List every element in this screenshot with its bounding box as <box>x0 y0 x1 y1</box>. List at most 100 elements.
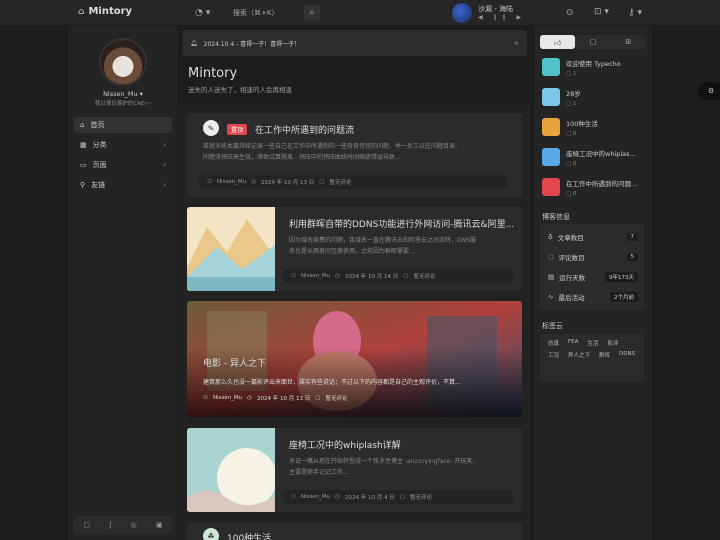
stat-icon: ◌ <box>548 253 554 261</box>
recent-count: ▢ 0 <box>566 161 577 167</box>
post-card[interactable]: 座椅工况中的whiplash详解 多说一嘴从现在开始转型成一个技术性博主 :ar… <box>187 428 522 512</box>
recent-thumb <box>542 118 560 136</box>
music-cover[interactable] <box>452 3 472 23</box>
tag[interactable]: 生活 <box>587 339 598 347</box>
stats-box: ♁ 文章数目 7 ◌ 评论数目 5 ▤ 运行天数 9年173天 ∿ 最后活动 2个月前 <box>540 224 644 310</box>
tab-comments[interactable]: ▢ <box>575 35 610 49</box>
comment-icon: ▢ <box>403 273 409 279</box>
tag[interactable]: 异人之下 <box>568 351 590 359</box>
clock-icon: ◷ <box>335 273 340 279</box>
page-title: Mintory <box>188 66 238 81</box>
recent-post[interactable]: 欢迎使用 Typecho ▢ 1 <box>542 58 650 80</box>
post-icon: ☘ <box>203 528 219 540</box>
tag[interactable]: DDNS <box>619 351 635 359</box>
stat-last-active: ∿ 最后活动 2个月前 <box>548 290 638 304</box>
chevron-right-icon: › <box>163 141 166 149</box>
recent-count: ▢ 0 <box>566 131 577 137</box>
profile-desc: 我以律日善妒的CAEr~ <box>94 101 152 107</box>
key-icon[interactable]: ⚷ ▾ <box>628 8 642 18</box>
post-thumbnail <box>187 207 275 291</box>
nav-category[interactable]: ▦ 分类 › <box>74 137 172 153</box>
recent-count: ▢ 0 <box>566 191 577 197</box>
clock-icon: ◷ <box>251 179 256 185</box>
chevron-right-icon: › <box>163 181 166 189</box>
tab-gift[interactable]: ⊞ <box>611 35 646 49</box>
tag[interactable]: 工况 <box>548 351 559 359</box>
settings-float-button[interactable]: ⚙ <box>698 82 720 100</box>
rss-icon[interactable]: ʃ <box>109 521 111 529</box>
recent-post[interactable]: 座椅工况中的whiplas... ▢ 0 <box>542 148 650 170</box>
post-card[interactable]: ☘ 100种生活 <box>187 522 522 540</box>
tags-title: 标签云 <box>542 322 563 330</box>
settings-icon[interactable]: ⊙ <box>566 8 574 18</box>
comment-icon[interactable]: ▢ <box>84 521 91 529</box>
link-icon: ⚲ <box>80 181 86 189</box>
stat-comments: ◌ 评论数目 5 <box>548 250 638 264</box>
post-thumbnail <box>187 428 275 512</box>
post-title[interactable]: 座椅工况中的whiplash详解 <box>289 438 401 451</box>
post-title[interactable]: 在工作中所遇到的问题流 <box>255 123 354 136</box>
avatar[interactable] <box>99 38 147 86</box>
recent-count: ▢ 1 <box>566 101 577 107</box>
post-excerpt: 建筑那么久也没一篇影评出来面世，属实有些说话；不过以下的内容都是自己的主观评价，… <box>203 379 461 386</box>
archive-icon[interactable]: ▣ <box>156 521 163 529</box>
tag-cloud: 仿真 FEA 生活 影评 工况 异人之下 群晖 DDNS <box>540 334 644 382</box>
recent-title: 28岁 <box>566 90 581 98</box>
comment-icon: ▢ <box>399 494 405 500</box>
brand-title: Mintory <box>88 6 133 17</box>
post-card[interactable]: 利用群晖自带的DDNS功能进行外网访问-腾讯云&阿里... 因为域名续费的问题，… <box>187 207 522 291</box>
grid-icon: ▦ <box>80 141 87 149</box>
notification-icon[interactable]: ⊡ ▾ <box>594 7 609 17</box>
theme-toggle-icon[interactable]: ◔ ▾ <box>195 8 210 18</box>
tag[interactable]: 影评 <box>607 339 618 347</box>
recent-post[interactable]: 28岁 ▢ 1 <box>542 88 650 110</box>
user-icon: ⚇ <box>203 395 208 401</box>
theme-icon[interactable]: ◎ <box>131 521 137 529</box>
recent-title: 在工作中所遇到的问题... <box>566 180 638 188</box>
post-excerpt: 因为域名续费的问题，我域名一直在腾讯云和阿里云之间流转，DNS服 务也是从两者间… <box>289 237 476 256</box>
post-card[interactable]: ✎ 置顶 在工作中所遇到的问题流 菜就多练本篇持续记录一些自己在工作中所遇到的一… <box>187 113 522 197</box>
stat-days: ▤ 运行天数 9年173天 <box>548 270 638 284</box>
user-icon: ⚇ <box>291 494 296 500</box>
recent-post[interactable]: 100种生活 ▢ 0 <box>542 118 650 140</box>
post-title[interactable]: 100种生活 <box>227 531 271 540</box>
recent-post[interactable]: 在工作中所遇到的问题... ▢ 0 <box>542 178 650 200</box>
close-icon[interactable]: ⊗ <box>514 40 519 47</box>
stat-icon: ♁ <box>548 233 553 241</box>
tab-hot[interactable]: 👍︎ <box>540 35 576 49</box>
nav-pages[interactable]: ▭ 页面 › <box>74 157 172 173</box>
tag[interactable]: 仿真 <box>548 339 559 347</box>
post-card[interactable]: 电影 - 异人之下 建筑那么久也没一篇影评出来面世，属实有些说话；不过以下的内容… <box>187 301 522 417</box>
music-controls[interactable]: ◀ ❙❙ ▶ <box>478 14 525 21</box>
tag[interactable]: FEA <box>568 339 578 347</box>
home-icon: ⌂ <box>80 121 85 129</box>
recent-thumb <box>542 58 560 76</box>
recent-thumb <box>542 178 560 196</box>
post-meta: ⚇ Nissen_Mu ◷ 2024 年 10 月 4 日 ▢ 暂无评论 <box>283 490 513 504</box>
bell-icon: 🔔︎ <box>190 39 198 47</box>
search-button[interactable]: ⌕ <box>304 5 320 21</box>
post-title[interactable]: 利用群晖自带的DDNS功能进行外网访问-腾讯云&阿里... <box>289 217 514 230</box>
recent-title: 欢迎使用 Typecho <box>566 60 621 68</box>
brand[interactable]: ⌂ Mintory <box>78 6 132 17</box>
notice-text: 2024.10.4 - 喜得一子！喜得一子！ <box>203 40 301 48</box>
tag[interactable]: 群晖 <box>599 351 610 359</box>
sidebar-tabs: 👍︎ ▢ ⊞ <box>540 35 646 49</box>
nav-label: 友链 <box>91 181 106 189</box>
thumb-up-icon: 👍︎ <box>554 38 562 47</box>
comment-icon: ▢ <box>315 395 321 401</box>
recent-title: 100种生活 <box>566 120 598 128</box>
comment-icon: ▢ <box>589 38 597 46</box>
chevron-right-icon: › <box>163 161 166 169</box>
nav-home[interactable]: ⌂ 首页 <box>74 117 172 133</box>
search-input[interactable]: 搜索（⌘+K） <box>233 8 278 18</box>
stat-posts: ♁ 文章数目 7 <box>548 230 638 244</box>
recent-thumb <box>542 148 560 166</box>
stat-icon: ▤ <box>548 273 555 281</box>
nav-links[interactable]: ⚲ 友链 › <box>74 177 172 193</box>
post-title[interactable]: 电影 - 异人之下 <box>203 356 266 369</box>
pinned-badge: 置顶 <box>227 124 248 135</box>
comment-icon: ▢ <box>319 179 325 185</box>
nav-label: 首页 <box>90 121 105 129</box>
profile-name[interactable]: Nissen_Mu ▾ <box>68 90 178 98</box>
